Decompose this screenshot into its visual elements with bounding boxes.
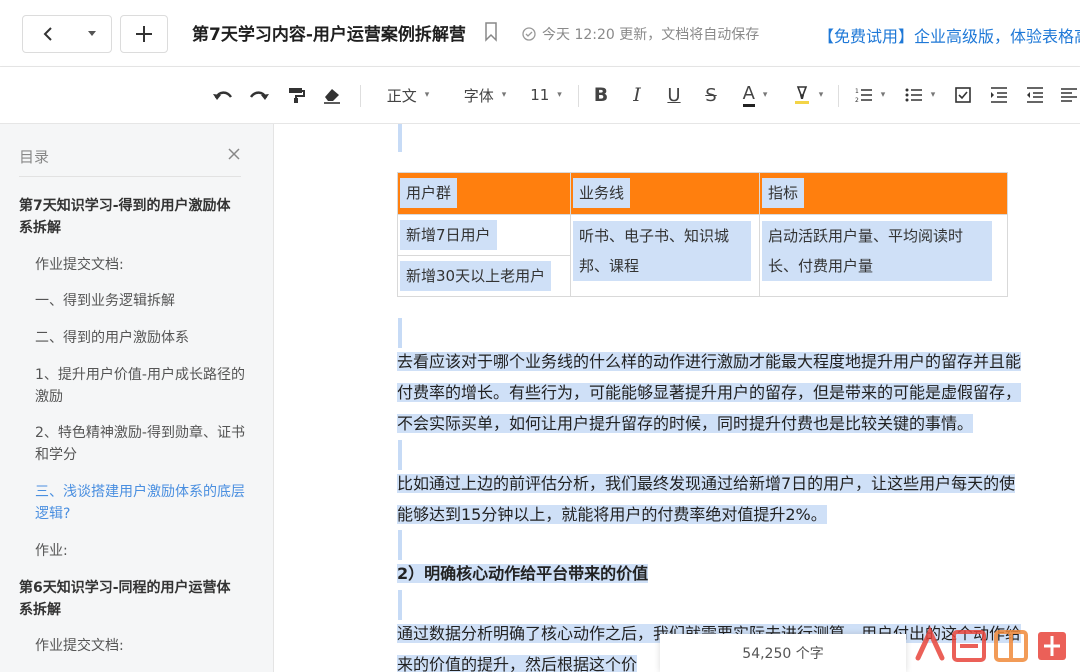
- bold-button[interactable]: B: [588, 67, 614, 123]
- redo-button[interactable]: [244, 67, 274, 123]
- navigation-group: [22, 15, 112, 53]
- table-header-cell[interactable]: 用户群: [397, 172, 571, 215]
- outdent-icon: [1027, 87, 1043, 103]
- caret-down-icon: ▾: [930, 90, 936, 100]
- toc-item-day7[interactable]: 第7天知识学习-得到的用户激励体系拆解: [19, 195, 234, 239]
- format-toolbar: 正文 ▾ 字体 ▾ 11 ▾ B I U S A ▾ ▾ 12 ▾ ▾: [0, 67, 1080, 124]
- italic-button[interactable]: I: [624, 67, 650, 123]
- paragraph-style-label: 正文: [386, 86, 417, 105]
- paragraph-line: 来的价值的提升，然后根据这个价: [397, 655, 638, 672]
- outdent-button[interactable]: [1022, 67, 1048, 123]
- check-circle-icon: [522, 27, 536, 41]
- selection-marker: [398, 440, 402, 470]
- font-color-icon: A: [742, 83, 755, 107]
- bulleted-list-icon: [905, 88, 922, 102]
- paragraph-line: 比如通过上边的前评估分析，我们最终发现通过给新增7日的用户，让这些用户每天的使: [397, 474, 1016, 493]
- undo-icon: [213, 91, 232, 100]
- table-cell[interactable]: 新增30天以上老用户: [397, 255, 571, 297]
- paragraph-line: 付费率的增长。有些行为，可能能够显著提升用户的留存，但是带来的可能是虚假留存，: [397, 383, 1022, 402]
- toc-item[interactable]: 作业:: [35, 540, 245, 562]
- caret-down-icon: ▾: [501, 90, 507, 100]
- bulleted-list-button[interactable]: ▾: [898, 67, 942, 123]
- toc-item-active[interactable]: 三、浅谈搭建用户激励体系的底层逻辑?: [35, 481, 245, 525]
- save-status-text: 今天 12:20 更新，文档将自动保存: [542, 27, 760, 43]
- toc-sidebar: 目录 第7天知识学习-得到的用户激励体系拆解 作业提交文档: 一、得到业务逻辑拆…: [0, 124, 274, 672]
- table-cell[interactable]: 听书、电子书、知识城邦、课程: [570, 214, 760, 297]
- selection-marker: [398, 318, 402, 348]
- eraser-icon: [324, 89, 340, 104]
- svg-text:2: 2: [855, 97, 859, 103]
- paragraph-line: 去看应该对于哪个业务线的什么样的动作进行激励才能最大程度地提升用户的留存并且能: [397, 352, 1022, 371]
- caret-down-icon: ▾: [424, 90, 430, 100]
- close-icon[interactable]: [226, 146, 242, 162]
- toc-item[interactable]: 二、得到的用户激励体系: [35, 327, 245, 349]
- checklist-button[interactable]: [950, 67, 976, 123]
- word-count[interactable]: 54,250 个字: [660, 634, 906, 672]
- selection-marker: [398, 590, 402, 620]
- svg-text:1: 1: [855, 88, 859, 95]
- checkbox-icon: [955, 87, 971, 103]
- caret-down-icon: ▾: [762, 90, 768, 100]
- indent-button[interactable]: [986, 67, 1012, 123]
- table-cell[interactable]: 新增7日用户: [397, 214, 571, 256]
- underline-button[interactable]: U: [661, 67, 687, 123]
- toc-item[interactable]: 2、特色精神激励-得到勋章、证书和学分: [35, 422, 245, 466]
- paragraph-line: 能够达到15分钟以上，就能将用户的付费率绝对值提升2%。: [397, 505, 827, 524]
- align-button[interactable]: [1058, 67, 1080, 123]
- strikethrough-button[interactable]: S: [698, 67, 724, 123]
- data-table[interactable]: 用户群 业务线 指标 新增7日用户 听书、电子书、知识城邦、课程 启动活跃用户量…: [397, 172, 1008, 297]
- highlight-color-button[interactable]: ▾: [788, 67, 828, 123]
- document-title[interactable]: 第7天学习内容-用户运营案例拆解营: [192, 20, 466, 45]
- section-heading: 2）明确核心动作给平台带来的价值: [397, 564, 649, 583]
- toc-title: 目录: [19, 148, 50, 166]
- font-color-button[interactable]: A ▾: [734, 67, 776, 123]
- toc-item-day6[interactable]: 第6天知识学习-同程的用户运营体系拆解: [19, 577, 234, 621]
- document-body[interactable]: 用户群 业务线 指标 新增7日用户 听书、电子书、知识城邦、课程 启动活跃用户量…: [274, 124, 1080, 672]
- title-bar: 第7天学习内容-用户运营案例拆解营 今天 12:20 更新，文档将自动保存 【免…: [0, 0, 1080, 67]
- caret-down-icon: [88, 31, 96, 36]
- undo-button[interactable]: [208, 67, 238, 123]
- paragraph-line: 不会实际买单，如何让用户提升留存的时候，同时提升付费也是比较关键的事情。: [397, 414, 974, 433]
- back-button[interactable]: [23, 16, 73, 52]
- redo-icon: [250, 91, 269, 100]
- watermark-logo: [915, 626, 1066, 662]
- font-family-select[interactable]: 字体 ▾: [455, 67, 515, 123]
- format-painter-icon: [289, 88, 305, 103]
- caret-down-icon: ▾: [818, 90, 824, 100]
- highlighter-icon: [794, 86, 809, 104]
- toc-item[interactable]: 作业提交文档:: [35, 635, 245, 657]
- promo-link[interactable]: 【免费试用】企业高级版，体验表格高: [818, 23, 1080, 47]
- save-status: 今天 12:20 更新，文档将自动保存: [522, 24, 759, 44]
- toolbar-divider: [360, 85, 361, 107]
- indent-icon: [991, 87, 1007, 103]
- toc-item[interactable]: 作业提交文档:: [35, 254, 245, 276]
- chevron-left-icon: [43, 27, 52, 41]
- selection-marker: [398, 124, 402, 152]
- toolbar-divider: [578, 85, 579, 107]
- font-family-label: 字体: [463, 86, 494, 105]
- bookmark-icon[interactable]: [484, 22, 498, 42]
- font-size-select[interactable]: 11 ▾: [526, 67, 566, 123]
- caret-down-icon: ▾: [557, 90, 562, 100]
- plus-icon: [136, 26, 152, 42]
- clear-format-button[interactable]: [318, 67, 346, 123]
- caret-down-icon: ▾: [880, 90, 886, 100]
- new-document-button[interactable]: [120, 15, 168, 53]
- toc-item[interactable]: 一、得到业务逻辑拆解: [35, 290, 245, 312]
- table-header-cell[interactable]: 指标: [759, 172, 1008, 215]
- numbered-list-icon: 12: [855, 88, 872, 103]
- format-painter-button[interactable]: [282, 67, 310, 123]
- align-left-icon: [1061, 88, 1077, 102]
- table-header-cell[interactable]: 业务线: [570, 172, 760, 215]
- selection-marker: [398, 530, 402, 560]
- history-dropdown-button[interactable]: [73, 16, 111, 52]
- toolbar-divider: [838, 85, 839, 107]
- table-cell[interactable]: 启动活跃用户量、平均阅读时长、付费用户量: [759, 214, 1008, 297]
- toc-divider: [19, 176, 241, 177]
- toc-item[interactable]: 1、提升用户价值-用户成长路径的激励: [35, 364, 245, 408]
- paragraph-style-select[interactable]: 正文 ▾: [378, 67, 438, 123]
- font-size-label: 11: [530, 86, 550, 104]
- numbered-list-button[interactable]: 12 ▾: [848, 67, 892, 123]
